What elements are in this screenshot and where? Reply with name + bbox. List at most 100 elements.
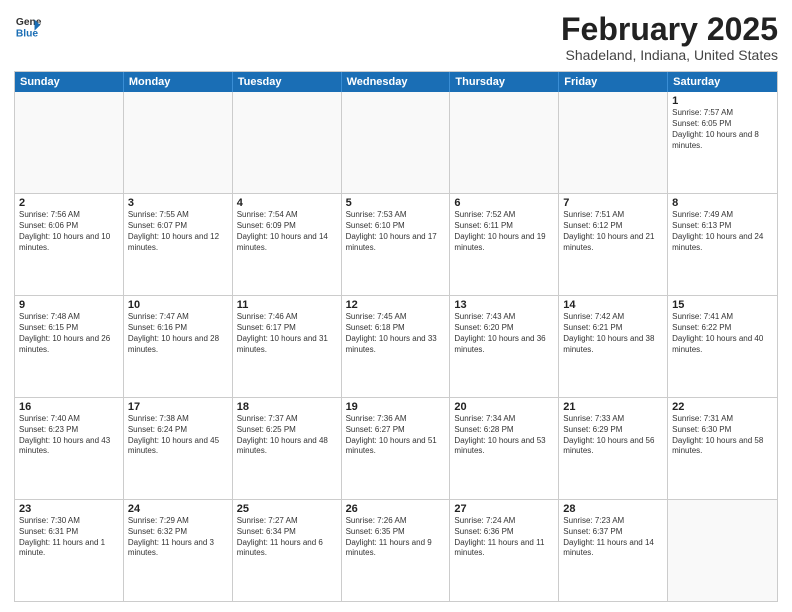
title-block: February 2025 Shadeland, Indiana, United… [561,12,778,63]
day-info: Sunrise: 7:54 AM Sunset: 6:09 PM Dayligh… [237,210,337,253]
calendar-cell: 26Sunrise: 7:26 AM Sunset: 6:35 PM Dayli… [342,500,451,601]
calendar-week-4: 16Sunrise: 7:40 AM Sunset: 6:23 PM Dayli… [15,398,777,500]
header-saturday: Saturday [668,72,777,92]
day-info: Sunrise: 7:30 AM Sunset: 6:31 PM Dayligh… [19,516,119,559]
day-number: 2 [19,197,119,209]
day-number: 28 [563,503,663,515]
day-number: 17 [128,401,228,413]
day-number: 26 [346,503,446,515]
calendar-cell: 27Sunrise: 7:24 AM Sunset: 6:36 PM Dayli… [450,500,559,601]
calendar-cell: 20Sunrise: 7:34 AM Sunset: 6:28 PM Dayli… [450,398,559,499]
calendar-cell: 23Sunrise: 7:30 AM Sunset: 6:31 PM Dayli… [15,500,124,601]
calendar-cell: 1Sunrise: 7:57 AM Sunset: 6:05 PM Daylig… [668,92,777,193]
logo-icon: General Blue [14,12,42,40]
calendar-cell: 12Sunrise: 7:45 AM Sunset: 6:18 PM Dayli… [342,296,451,397]
calendar-cell: 14Sunrise: 7:42 AM Sunset: 6:21 PM Dayli… [559,296,668,397]
day-number: 25 [237,503,337,515]
header-friday: Friday [559,72,668,92]
calendar-week-5: 23Sunrise: 7:30 AM Sunset: 6:31 PM Dayli… [15,500,777,601]
day-number: 20 [454,401,554,413]
calendar-cell: 2Sunrise: 7:56 AM Sunset: 6:06 PM Daylig… [15,194,124,295]
day-number: 1 [672,95,773,107]
day-info: Sunrise: 7:40 AM Sunset: 6:23 PM Dayligh… [19,414,119,457]
header: General Blue February 2025 Shadeland, In… [14,12,778,63]
header-monday: Monday [124,72,233,92]
calendar-cell: 13Sunrise: 7:43 AM Sunset: 6:20 PM Dayli… [450,296,559,397]
day-info: Sunrise: 7:24 AM Sunset: 6:36 PM Dayligh… [454,516,554,559]
day-info: Sunrise: 7:53 AM Sunset: 6:10 PM Dayligh… [346,210,446,253]
day-info: Sunrise: 7:42 AM Sunset: 6:21 PM Dayligh… [563,312,663,355]
day-info: Sunrise: 7:33 AM Sunset: 6:29 PM Dayligh… [563,414,663,457]
calendar-header: Sunday Monday Tuesday Wednesday Thursday… [15,72,777,92]
calendar-week-2: 2Sunrise: 7:56 AM Sunset: 6:06 PM Daylig… [15,194,777,296]
calendar-cell: 22Sunrise: 7:31 AM Sunset: 6:30 PM Dayli… [668,398,777,499]
day-info: Sunrise: 7:49 AM Sunset: 6:13 PM Dayligh… [672,210,773,253]
calendar: Sunday Monday Tuesday Wednesday Thursday… [14,71,778,602]
calendar-cell: 10Sunrise: 7:47 AM Sunset: 6:16 PM Dayli… [124,296,233,397]
day-number: 3 [128,197,228,209]
calendar-cell: 11Sunrise: 7:46 AM Sunset: 6:17 PM Dayli… [233,296,342,397]
calendar-cell: 5Sunrise: 7:53 AM Sunset: 6:10 PM Daylig… [342,194,451,295]
day-info: Sunrise: 7:26 AM Sunset: 6:35 PM Dayligh… [346,516,446,559]
calendar-cell: 3Sunrise: 7:55 AM Sunset: 6:07 PM Daylig… [124,194,233,295]
calendar-cell: 18Sunrise: 7:37 AM Sunset: 6:25 PM Dayli… [233,398,342,499]
calendar-cell [342,92,451,193]
day-number: 8 [672,197,773,209]
day-number: 9 [19,299,119,311]
day-info: Sunrise: 7:41 AM Sunset: 6:22 PM Dayligh… [672,312,773,355]
day-number: 16 [19,401,119,413]
calendar-cell: 24Sunrise: 7:29 AM Sunset: 6:32 PM Dayli… [124,500,233,601]
day-number: 10 [128,299,228,311]
calendar-cell: 28Sunrise: 7:23 AM Sunset: 6:37 PM Dayli… [559,500,668,601]
day-info: Sunrise: 7:27 AM Sunset: 6:34 PM Dayligh… [237,516,337,559]
calendar-cell [15,92,124,193]
calendar-week-3: 9Sunrise: 7:48 AM Sunset: 6:15 PM Daylig… [15,296,777,398]
calendar-cell: 7Sunrise: 7:51 AM Sunset: 6:12 PM Daylig… [559,194,668,295]
calendar-week-1: 1Sunrise: 7:57 AM Sunset: 6:05 PM Daylig… [15,92,777,194]
calendar-body: 1Sunrise: 7:57 AM Sunset: 6:05 PM Daylig… [15,92,777,601]
day-info: Sunrise: 7:38 AM Sunset: 6:24 PM Dayligh… [128,414,228,457]
day-info: Sunrise: 7:52 AM Sunset: 6:11 PM Dayligh… [454,210,554,253]
day-number: 6 [454,197,554,209]
day-info: Sunrise: 7:56 AM Sunset: 6:06 PM Dayligh… [19,210,119,253]
day-info: Sunrise: 7:29 AM Sunset: 6:32 PM Dayligh… [128,516,228,559]
calendar-cell: 6Sunrise: 7:52 AM Sunset: 6:11 PM Daylig… [450,194,559,295]
calendar-cell [559,92,668,193]
day-number: 13 [454,299,554,311]
calendar-cell: 15Sunrise: 7:41 AM Sunset: 6:22 PM Dayli… [668,296,777,397]
logo: General Blue [14,12,42,40]
calendar-cell: 4Sunrise: 7:54 AM Sunset: 6:09 PM Daylig… [233,194,342,295]
day-number: 12 [346,299,446,311]
calendar-cell: 21Sunrise: 7:33 AM Sunset: 6:29 PM Dayli… [559,398,668,499]
calendar-cell: 19Sunrise: 7:36 AM Sunset: 6:27 PM Dayli… [342,398,451,499]
page: General Blue February 2025 Shadeland, In… [0,0,792,612]
day-info: Sunrise: 7:34 AM Sunset: 6:28 PM Dayligh… [454,414,554,457]
day-number: 19 [346,401,446,413]
calendar-cell: 9Sunrise: 7:48 AM Sunset: 6:15 PM Daylig… [15,296,124,397]
day-number: 4 [237,197,337,209]
day-info: Sunrise: 7:23 AM Sunset: 6:37 PM Dayligh… [563,516,663,559]
day-number: 14 [563,299,663,311]
calendar-cell [450,92,559,193]
calendar-cell: 17Sunrise: 7:38 AM Sunset: 6:24 PM Dayli… [124,398,233,499]
day-number: 15 [672,299,773,311]
day-info: Sunrise: 7:57 AM Sunset: 6:05 PM Dayligh… [672,108,773,151]
day-info: Sunrise: 7:46 AM Sunset: 6:17 PM Dayligh… [237,312,337,355]
month-year-title: February 2025 [561,12,778,47]
calendar-cell: 25Sunrise: 7:27 AM Sunset: 6:34 PM Dayli… [233,500,342,601]
header-thursday: Thursday [450,72,559,92]
day-info: Sunrise: 7:31 AM Sunset: 6:30 PM Dayligh… [672,414,773,457]
day-info: Sunrise: 7:55 AM Sunset: 6:07 PM Dayligh… [128,210,228,253]
calendar-cell [668,500,777,601]
calendar-cell [124,92,233,193]
day-number: 24 [128,503,228,515]
day-info: Sunrise: 7:37 AM Sunset: 6:25 PM Dayligh… [237,414,337,457]
day-number: 11 [237,299,337,311]
header-sunday: Sunday [15,72,124,92]
day-info: Sunrise: 7:51 AM Sunset: 6:12 PM Dayligh… [563,210,663,253]
day-info: Sunrise: 7:43 AM Sunset: 6:20 PM Dayligh… [454,312,554,355]
day-number: 27 [454,503,554,515]
location-subtitle: Shadeland, Indiana, United States [561,47,778,63]
calendar-cell: 16Sunrise: 7:40 AM Sunset: 6:23 PM Dayli… [15,398,124,499]
day-number: 22 [672,401,773,413]
